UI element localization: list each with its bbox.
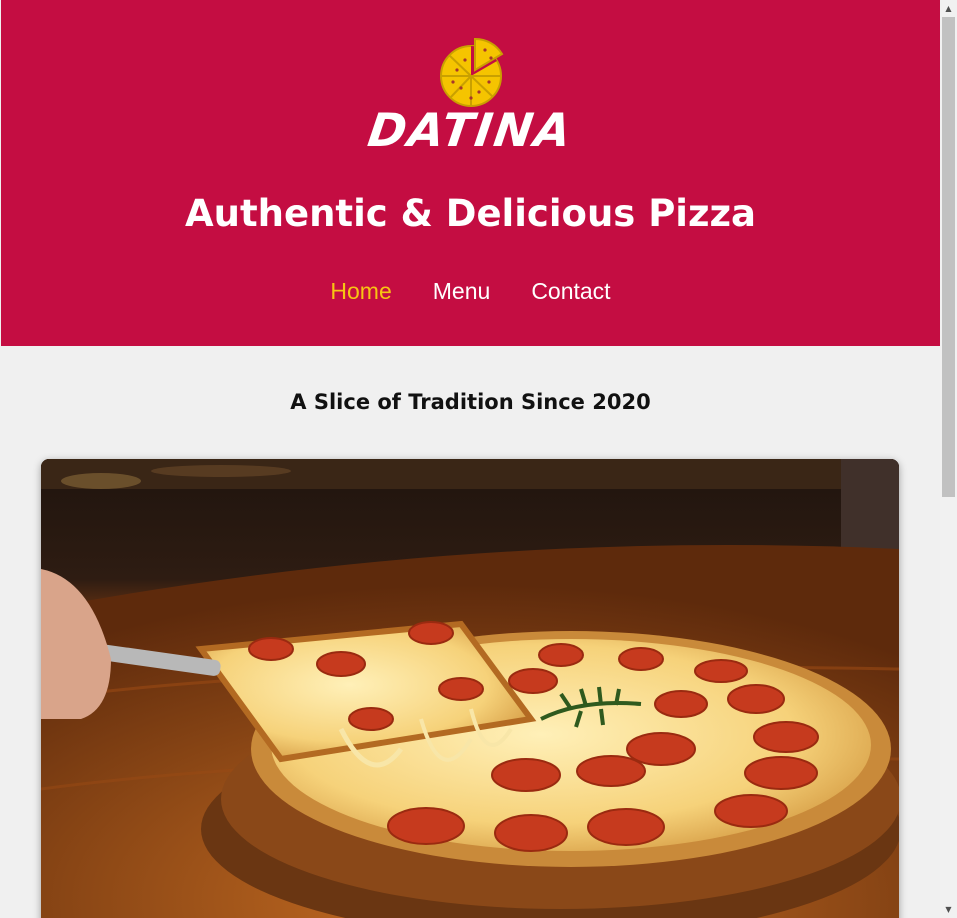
nav-item-contact[interactable]: Contact: [531, 276, 610, 306]
main-nav: Home Menu Contact: [1, 276, 940, 306]
scroll-down-arrow-icon[interactable]: ▼: [940, 901, 957, 918]
scrollbar-thumb[interactable]: [942, 17, 955, 497]
page: DATINA Authentic & Delicious Pizza Home …: [0, 0, 957, 918]
scroll-up-arrow-icon[interactable]: ▲: [940, 0, 957, 17]
nav-item-menu[interactable]: Menu: [433, 276, 491, 306]
nav-item-home[interactable]: Home: [330, 276, 391, 306]
brand-logo-text[interactable]: DATINA: [0, 101, 944, 159]
pizza-icon[interactable]: [435, 36, 507, 108]
hero-image: [41, 459, 899, 918]
vertical-scrollbar[interactable]: ▲ ▼: [940, 0, 957, 918]
page-title: Authentic & Delicious Pizza: [184, 192, 757, 235]
site-header: DATINA Authentic & Delicious Pizza Home …: [1, 0, 940, 346]
section-title: A Slice of Tradition Since 2020: [290, 390, 651, 414]
